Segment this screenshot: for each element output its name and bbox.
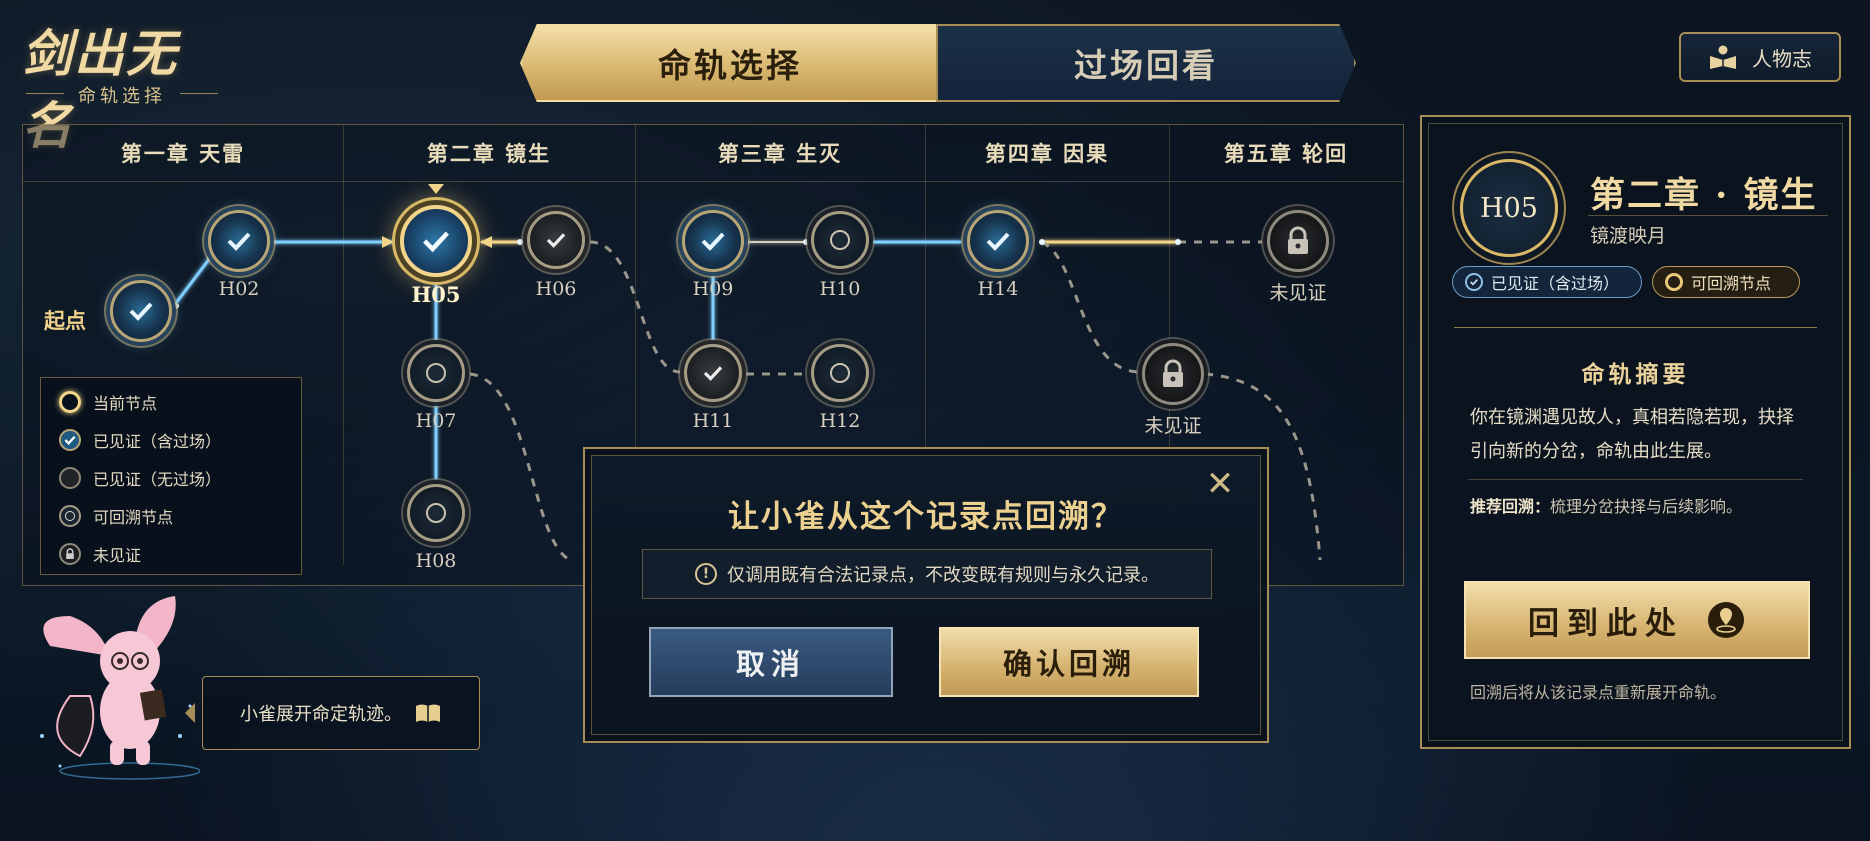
legend-item-seen-cutscene: 已见证（含过场） bbox=[59, 428, 221, 452]
dialog-title: 让小雀从这个记录点回溯？ bbox=[728, 499, 1124, 535]
recommend-row: 推荐回溯：梳理分岔抉择与后续影响。 bbox=[1470, 493, 1742, 517]
dialog-notice-text: 仅调用既有合法记录点，不改变既有规则与永久记录。 bbox=[727, 565, 1159, 586]
dialog-notice: ! 仅调用既有合法记录点，不改变既有规则与永久记录。 bbox=[642, 549, 1212, 599]
detail-footer: 回溯后将从该记录点重新展开命轨。 bbox=[1470, 683, 1727, 702]
ring-icon bbox=[59, 505, 81, 527]
badge-label: 已见证（含过场） bbox=[1491, 274, 1620, 293]
close-icon[interactable]: ✕ bbox=[1203, 467, 1237, 501]
legend-label: 未见证 bbox=[93, 546, 142, 565]
location-pin-icon bbox=[1708, 602, 1744, 638]
legend-label: 已见证（无过场） bbox=[93, 470, 222, 489]
check-icon bbox=[59, 429, 81, 451]
detail-divider bbox=[1454, 327, 1817, 328]
summary-body: 你在镜渊遇见故人，真相若隐若现，抉择引向新的分岔，命轨由此生展。 bbox=[1470, 407, 1794, 462]
return-here-button[interactable]: 回到此处 bbox=[1464, 581, 1810, 659]
badge-label: 可回溯节点 bbox=[1691, 274, 1772, 293]
node-legend: 当前节点 已见证（含过场） 已见证（无过场） 可回溯节点 未见证 bbox=[40, 377, 302, 575]
legend-label: 已见证（含过场） bbox=[93, 432, 222, 451]
summary-heading: 命轨摘要 bbox=[1581, 361, 1690, 388]
badge-rewindable: 可回溯节点 bbox=[1652, 266, 1800, 298]
current-node-icon bbox=[59, 391, 81, 413]
detail-subtitle: 镜渡映月 bbox=[1590, 225, 1667, 247]
companion-speech-bubble: 小雀展开命定轨迹。 bbox=[185, 676, 480, 750]
sparrow-companion bbox=[40, 596, 200, 780]
detail-divider bbox=[1468, 479, 1803, 480]
lock-icon bbox=[59, 543, 81, 565]
recommend-label: 推荐回溯： bbox=[1470, 497, 1551, 516]
legend-item-current: 当前节点 bbox=[59, 390, 157, 414]
open-book-icon bbox=[416, 704, 440, 722]
rewind-confirm-dialog: 让小雀从这个记录点回溯？ ✕ ! 仅调用既有合法记录点，不改变既有规则与永久记录… bbox=[583, 447, 1269, 743]
detail-node-emblem: H05 bbox=[1460, 159, 1558, 257]
legend-item-unseen: 未见证 bbox=[59, 542, 141, 566]
companion-speech: 小雀展开命定轨迹。 bbox=[240, 704, 402, 725]
ring-icon bbox=[1665, 273, 1683, 291]
return-here-label: 回到此处 bbox=[1528, 605, 1684, 642]
dark-node-icon bbox=[59, 467, 81, 489]
legend-label: 当前节点 bbox=[93, 394, 158, 413]
cancel-button[interactable]: 取消 bbox=[649, 627, 893, 697]
node-detail-panel: H05 第二章 · 镜生 镜渡映月 已见证（含过场） 可回溯节点 命轨摘要 你在… bbox=[1420, 115, 1851, 749]
warning-icon: ! bbox=[695, 563, 717, 585]
badge-seen-cutscene: 已见证（含过场） bbox=[1452, 266, 1642, 298]
detail-divider bbox=[1588, 215, 1828, 216]
legend-item-seen-no-cutscene: 已见证（无过场） bbox=[59, 466, 221, 490]
legend-label: 可回溯节点 bbox=[93, 508, 174, 527]
confirm-rewind-button[interactable]: 确认回溯 bbox=[939, 627, 1199, 697]
recommend-text: 梳理分岔抉择与后续影响。 bbox=[1550, 497, 1743, 516]
legend-item-rewindable: 可回溯节点 bbox=[59, 504, 173, 528]
check-icon bbox=[1465, 273, 1483, 291]
detail-title: 第二章 · 镜生 bbox=[1590, 175, 1818, 216]
